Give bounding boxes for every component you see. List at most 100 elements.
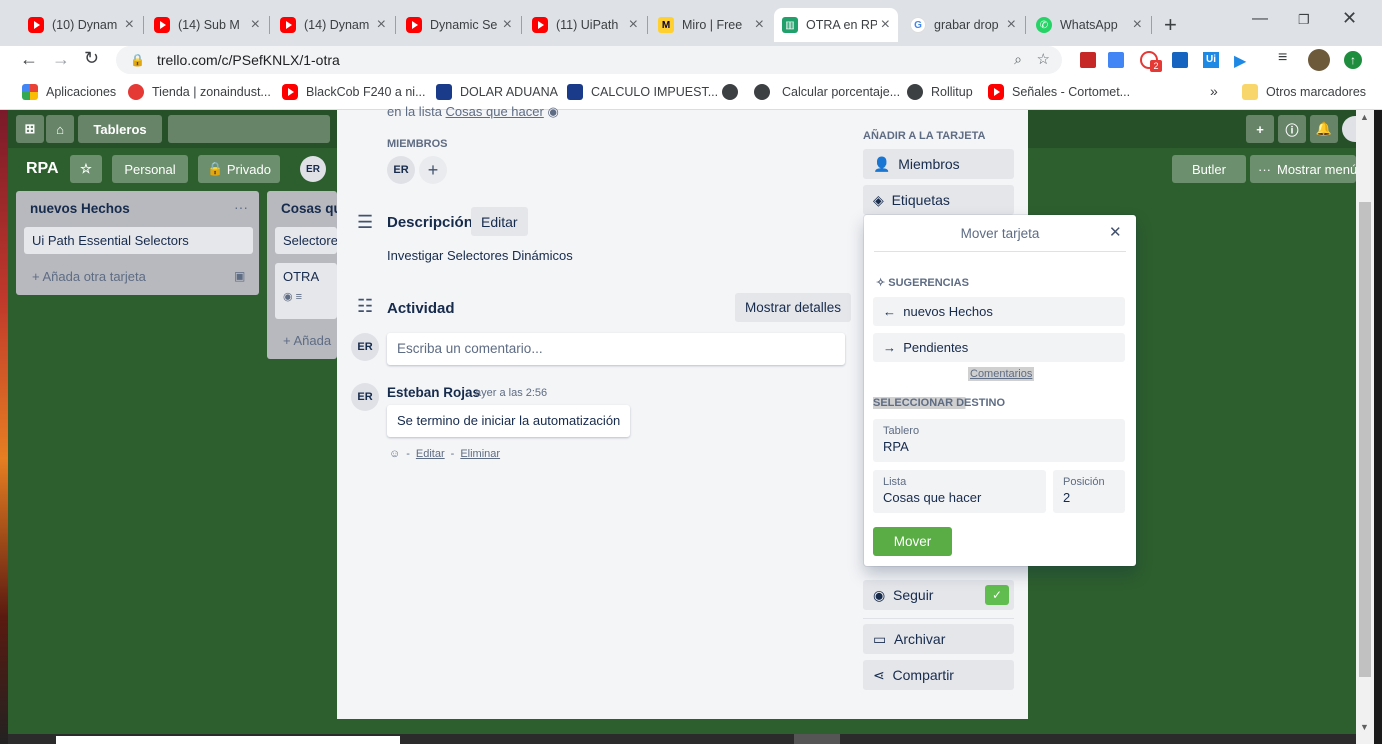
position-select[interactable]: Posición 2 <box>1053 470 1125 513</box>
scroll-down-icon[interactable]: ▼ <box>1360 722 1369 732</box>
close-popover-icon[interactable]: ✕ <box>1109 223 1122 241</box>
play-extension-icon[interactable]: ▶ <box>1234 51 1246 71</box>
list-card[interactable]: OTRA ◉ ≡ <box>275 263 337 319</box>
update-icon[interactable]: ↑ <box>1344 51 1362 69</box>
visibility-button[interactable]: 🔒 Privado <box>198 155 280 183</box>
bookmark-item[interactable]: DOLAR ADUANA <box>436 84 558 100</box>
edit-comment-link[interactable]: Editar <box>416 448 445 460</box>
add-member-button[interactable]: + <box>419 156 447 184</box>
comment-author[interactable]: Esteban Rojas <box>387 385 480 400</box>
list-card[interactable]: Selectores <box>275 227 337 254</box>
team-button[interactable]: Personal <box>112 155 188 183</box>
browser-tab-active[interactable]: ▥ OTRA en RP × <box>774 8 898 42</box>
bookmark-item[interactable]: Señales - Cortomet... <box>988 84 1130 100</box>
feedback-link[interactable]: Comentarios <box>968 367 1035 381</box>
close-window-icon[interactable]: ✕ <box>1342 8 1357 29</box>
profile-avatar[interactable] <box>1308 49 1330 71</box>
comment-time[interactable]: ayer a las 2:56 <box>475 387 547 399</box>
list-link[interactable]: Cosas que hacer <box>446 104 544 119</box>
close-tab-icon[interactable]: × <box>1133 16 1142 34</box>
create-icon[interactable]: + <box>1246 115 1274 143</box>
add-card-button[interactable]: + Añada <box>283 333 331 348</box>
browser-tab[interactable]: (11) UiPath × <box>524 8 646 42</box>
restore-icon[interactable]: ❐ <box>1298 12 1310 28</box>
comment-input[interactable]: Escriba un comentario... <box>387 333 845 365</box>
add-reaction-icon[interactable]: ☺ <box>389 448 400 460</box>
member-avatar[interactable]: ER <box>387 156 415 184</box>
avatar[interactable]: ER <box>300 156 326 182</box>
suggestion-pendientes[interactable]: → Pendientes <box>873 333 1125 362</box>
new-tab-icon[interactable]: + <box>1164 12 1177 38</box>
description-heading: Descripción <box>387 214 473 231</box>
list-title[interactable]: nuevos Hechos <box>30 201 130 216</box>
notifications-icon[interactable]: 🔔 <box>1310 115 1338 143</box>
members-button[interactable]: 👤 Miembros <box>863 149 1014 179</box>
media-control-icon[interactable]: ≡ <box>1278 49 1287 67</box>
list-card[interactable]: Ui Path Essential Selectors <box>24 227 253 254</box>
extension-icon[interactable] <box>1080 52 1096 68</box>
bookmark-item[interactable]: BlackCob F240 a ni... <box>282 84 426 100</box>
back-icon[interactable]: ← <box>20 49 38 70</box>
browser-tab[interactable]: Ggrabar drop × <box>902 8 1024 42</box>
board-title[interactable]: RPA <box>26 160 59 178</box>
browser-tab[interactable]: (10) Dynam × <box>20 8 142 42</box>
list-select[interactable]: Lista Cosas que hacer <box>873 470 1046 513</box>
taskbar-item[interactable] <box>794 734 840 744</box>
add-card-button[interactable]: + Añada otra tarjeta <box>32 269 146 284</box>
board-search-input[interactable] <box>168 115 330 143</box>
move-button[interactable]: Mover <box>873 527 952 556</box>
list-menu-icon[interactable]: ··· <box>234 199 248 215</box>
bookmark-item[interactable]: Calcular porcentaje... <box>722 84 900 100</box>
template-icon[interactable]: ▣ <box>234 269 245 283</box>
bookmark-item[interactable]: Rollitup <box>907 84 973 100</box>
download-extension-icon[interactable] <box>1172 52 1188 68</box>
browser-tab[interactable]: (14) Sub M × <box>146 8 268 42</box>
close-tab-icon[interactable]: × <box>503 16 512 34</box>
minimize-icon[interactable]: — <box>1252 10 1268 28</box>
bookmark-item[interactable]: Tienda | zonaindust... <box>128 84 271 100</box>
follow-button[interactable]: ◉ Seguir ✓ <box>863 580 1014 610</box>
translate-extension-icon[interactable] <box>1108 52 1124 68</box>
show-details-button[interactable]: Mostrar detalles <box>735 293 852 322</box>
bookmark-apps[interactable]: Aplicaciones <box>22 84 116 100</box>
share-button[interactable]: ⋖ Compartir <box>863 660 1014 690</box>
close-tab-icon[interactable]: × <box>125 16 134 34</box>
delete-comment-link[interactable]: Eliminar <box>460 448 500 460</box>
trello-icon: ▥ <box>782 17 798 33</box>
labels-button[interactable]: ◈ Etiquetas <box>863 185 1014 215</box>
browser-tab[interactable]: M Miro | Free × <box>650 8 772 42</box>
page-scrollbar-thumb[interactable] <box>1359 202 1371 677</box>
show-menu-button[interactable]: ··· Mostrar menú <box>1250 155 1356 183</box>
info-icon[interactable]: ⓘ <box>1278 115 1306 143</box>
taskbar-search[interactable] <box>56 736 400 744</box>
close-tab-icon[interactable]: × <box>251 16 260 34</box>
more-bookmarks-icon[interactable]: » <box>1210 83 1218 99</box>
bookmark-item[interactable]: CALCULO IMPUEST... <box>567 84 718 100</box>
browser-tab[interactable]: Dynamic Se × <box>398 8 520 42</box>
close-tab-icon[interactable]: × <box>881 16 890 34</box>
edit-description-button[interactable]: Editar <box>471 207 528 236</box>
butler-button[interactable]: Butler <box>1172 155 1246 183</box>
star-icon[interactable]: ☆ <box>70 155 102 183</box>
close-tab-icon[interactable]: × <box>629 16 638 34</box>
boards-button[interactable]: Tableros <box>78 115 162 143</box>
home-icon[interactable]: ⌂ <box>46 115 74 143</box>
description-text[interactable]: Investigar Selectores Dinámicos <box>387 248 573 263</box>
bookmark-star-icon[interactable]: ☆ <box>1037 50 1050 68</box>
address-bar[interactable]: 🔒 trello.com/c/PSefKNLX/1-otra ⌕ ☆ <box>116 46 1062 74</box>
browser-tab[interactable]: ✆ WhatsApp × <box>1028 8 1150 42</box>
suggestion-nuevos-hechos[interactable]: ← nuevos Hechos <box>873 297 1125 326</box>
reload-icon[interactable]: ↻ <box>84 48 99 69</box>
scroll-up-icon[interactable]: ▲ <box>1360 112 1369 122</box>
close-tab-icon[interactable]: × <box>1007 16 1016 34</box>
archive-button[interactable]: ▭ Archivar <box>863 624 1014 654</box>
close-tab-icon[interactable]: × <box>755 16 764 34</box>
apps-icon[interactable]: ⊞ <box>16 115 44 143</box>
close-tab-icon[interactable]: × <box>377 16 386 34</box>
zoom-icon[interactable]: ⌕ <box>1014 51 1022 68</box>
browser-tab[interactable]: (14) Dynam × <box>272 8 394 42</box>
forward-icon[interactable]: → <box>52 49 70 70</box>
board-select[interactable]: Tablero RPA <box>873 419 1125 462</box>
bookmark-other[interactable]: Otros marcadores <box>1242 84 1366 100</box>
uipath-extension-icon[interactable]: Ui <box>1203 52 1219 68</box>
